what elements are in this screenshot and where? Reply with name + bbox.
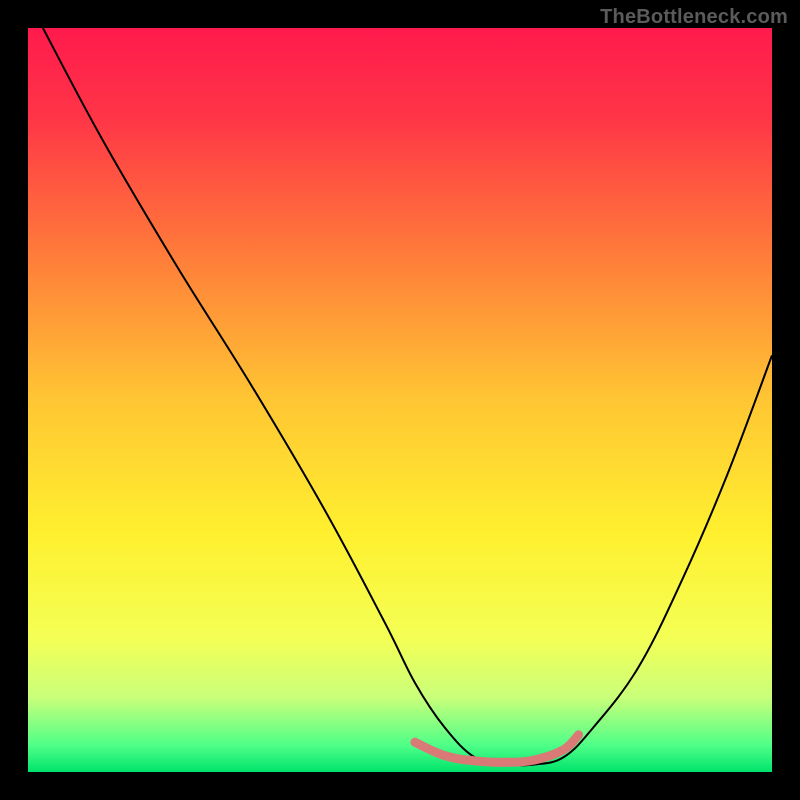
chart-svg [28, 28, 772, 772]
chart-frame [28, 28, 772, 772]
watermark-text: TheBottleneck.com [600, 6, 788, 29]
gradient-background [28, 28, 772, 772]
